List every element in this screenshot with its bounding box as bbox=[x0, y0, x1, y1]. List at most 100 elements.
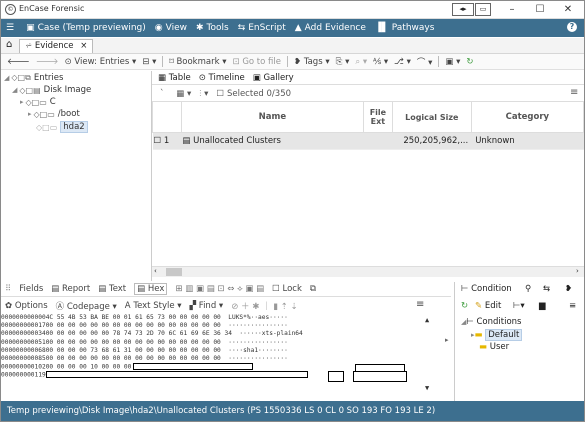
export-icon[interactable]: ⎘ ▾ bbox=[336, 57, 350, 67]
tree-node-disk-image[interactable]: ◢ ◇□▤ Disk Image bbox=[12, 85, 91, 95]
view-tabs: ▦ Table ⊙ Timeline ▣ Gallery bbox=[152, 71, 584, 85]
tab-fields[interactable]: Fields bbox=[19, 284, 43, 294]
hex-view[interactable]: 0000000000004C 55 4B 53 BA BE 00 01 61 6… bbox=[1, 314, 431, 400]
forward-icon[interactable]: 🡒 bbox=[36, 57, 59, 67]
drag-handle-icon[interactable]: ⠿ bbox=[5, 284, 11, 294]
view-tab-table[interactable]: ▦ Table bbox=[158, 73, 191, 83]
filter-icon[interactable]: ⚲ bbox=[525, 284, 531, 294]
minimize-button[interactable]: – bbox=[498, 1, 526, 18]
hex-nav-icons[interactable]: ⊘ ＋ ✱ ｜ ▮ ⇡ ⇣ bbox=[231, 300, 297, 312]
more-views-icon[interactable]: ⊞ ▥ ▣ ▤ ⊡ ⇔ ⟡ ▣ ▤ bbox=[175, 284, 264, 294]
sort-icon[interactable]: ` bbox=[160, 89, 164, 99]
split-view-icon[interactable]: ⊟ ▾ bbox=[142, 57, 156, 67]
grid-options-icon[interactable]: ▦ ▾ bbox=[176, 89, 191, 99]
hex-line: 00000000003400 00 00 00 00 00 78 74 73 2… bbox=[1, 330, 303, 338]
panel-collapse-icon[interactable]: ▸ bbox=[445, 336, 449, 344]
view-tab-gallery[interactable]: ▣ Gallery bbox=[253, 73, 294, 83]
refresh-icon[interactable]: ↻ bbox=[466, 57, 473, 67]
menu-pathways[interactable]: ▐▌ Pathways bbox=[375, 23, 435, 33]
tree-node-boot[interactable]: ▸ ◇□▭/boot bbox=[28, 109, 80, 119]
close-window-button[interactable]: ✕ bbox=[554, 1, 582, 18]
sort-icon[interactable]: ⇆ bbox=[543, 284, 550, 294]
expand-icon[interactable]: ▸ bbox=[20, 98, 24, 106]
folder-icon[interactable]: ▆ bbox=[539, 301, 546, 311]
tab-text[interactable]: ▤ Text bbox=[98, 284, 126, 294]
menu-case[interactable]: ▣ Case (Temp previewing) bbox=[26, 23, 146, 33]
tree-node-c[interactable]: ▸ ◇□▭ C bbox=[20, 97, 56, 107]
gallery-icon: ▣ bbox=[252, 72, 264, 83]
conditions-menu-icon[interactable]: ≡ bbox=[569, 301, 576, 311]
toolbar-separator bbox=[286, 56, 288, 67]
tab-evidence[interactable]: ⩫ Evidence × bbox=[19, 39, 94, 53]
row-checkbox[interactable]: ☐ bbox=[154, 136, 162, 146]
row-selector[interactable]: ☐ 1 bbox=[152, 132, 182, 150]
home-icon[interactable]: ⌂ bbox=[6, 39, 12, 50]
row-name[interactable]: ▤ Unallocated Clusters bbox=[181, 132, 364, 150]
link-icon[interactable]: ⎇ ▾ bbox=[394, 57, 411, 67]
toggle-icon[interactable]: ◂▸ bbox=[452, 3, 474, 16]
evidence-tab-icon: ⩫ bbox=[25, 41, 35, 51]
header-category[interactable]: Category bbox=[470, 101, 584, 133]
hex-scroll-down-icon[interactable]: ▼ bbox=[425, 384, 429, 392]
table-menu-icon[interactable]: ≡ bbox=[570, 87, 578, 98]
hex-menu-icon[interactable]: ≡ bbox=[416, 299, 424, 310]
tree-node-default[interactable]: ▸ ▬ Default bbox=[471, 329, 523, 341]
goto-file-button[interactable]: ⊡ Go to file bbox=[232, 57, 281, 67]
maximize-button[interactable]: ☐ bbox=[526, 1, 554, 18]
edit-button[interactable]: ✎ Edit bbox=[475, 301, 501, 311]
header-logical-size[interactable]: Logical Size bbox=[391, 101, 472, 133]
layout-icon[interactable]: ▭ bbox=[475, 3, 491, 16]
collapse-icon[interactable]: ◢ bbox=[4, 74, 9, 82]
tree-node-hda2[interactable]: ◇□▭ hda2 bbox=[36, 121, 88, 133]
scroll-thumb[interactable] bbox=[166, 268, 182, 276]
title-bar: © EnCase Forensic ◂▸ ▭ – ☐ ✕ bbox=[1, 1, 584, 19]
table-row[interactable]: ☐ 1 ▤ Unallocated Clusters 250,205,962,.… bbox=[152, 132, 584, 150]
tab-hex[interactable]: ▤ Hex bbox=[134, 283, 168, 295]
close-tab-icon[interactable]: × bbox=[80, 41, 87, 51]
view-entries-dropdown[interactable]: ⊙ View: Entries ▾ bbox=[65, 57, 137, 67]
lock-checkbox[interactable]: ☐ bbox=[272, 284, 282, 294]
help-icon[interactable]: ? bbox=[567, 22, 577, 32]
header-name[interactable]: Name bbox=[180, 101, 364, 133]
tree-node-entries[interactable]: ◢ ◇□⧉ Entries bbox=[4, 73, 63, 83]
tags-dropdown[interactable]: ❥ Tags ▾ bbox=[294, 57, 330, 67]
selected-checkbox[interactable]: ☐ bbox=[216, 89, 224, 99]
view-icon: ◉ bbox=[154, 23, 163, 33]
tree-node-user[interactable]: ▬ User bbox=[479, 342, 509, 352]
new-condition-icon[interactable]: ⊢▾ bbox=[513, 301, 525, 311]
menu-tools[interactable]: ✱ Tools bbox=[196, 23, 229, 33]
scroll-right-icon[interactable]: › bbox=[576, 267, 579, 275]
bookmark-dropdown[interactable]: ⌑ Bookmark ▾ bbox=[169, 57, 226, 67]
tab-report[interactable]: ▤ Report bbox=[51, 284, 90, 294]
tree-node-conditions[interactable]: ◢ ⊢ Conditions bbox=[461, 317, 522, 327]
horizontal-scrollbar[interactable]: ‹ › bbox=[152, 266, 584, 277]
menu-add-evidence[interactable]: ▲ Add Evidence bbox=[295, 23, 366, 33]
app-icon: © bbox=[5, 4, 16, 15]
menu-enscript[interactable]: ⇆ EnScript bbox=[238, 23, 286, 33]
lock-toggle[interactable]: ☐ Lock bbox=[272, 284, 302, 294]
filter-icon[interactable]: ⅍ ▾ bbox=[373, 56, 388, 67]
search-icon[interactable]: ⌕ ▾ bbox=[355, 57, 367, 67]
options-dropdown[interactable]: ✿ Options bbox=[5, 301, 48, 311]
refresh-icon[interactable]: ↻ bbox=[461, 301, 468, 311]
find-dropdown[interactable]: ▞ Find ▾ bbox=[190, 301, 224, 311]
row-size: 250,205,962,... bbox=[392, 132, 472, 150]
graph-icon[interactable]: ⌒ ▾ bbox=[417, 56, 432, 68]
tag-icon[interactable]: ❥ bbox=[565, 284, 572, 294]
scroll-left-icon[interactable]: ‹ bbox=[154, 267, 157, 275]
hex-scroll-up-icon[interactable]: ▲ bbox=[425, 316, 429, 324]
popout-icon[interactable]: ⧉ bbox=[310, 284, 316, 294]
volume-icon: ◇□▭ bbox=[33, 109, 55, 119]
codepage-dropdown[interactable]: Ⓐ Codepage ▾ bbox=[56, 300, 117, 312]
expand-icon[interactable]: ▸ bbox=[28, 110, 32, 118]
menu-view[interactable]: ◉ View bbox=[155, 23, 187, 33]
tab-condition[interactable]: ⊢ Condition bbox=[461, 284, 512, 294]
header-file-ext[interactable]: File Ext bbox=[362, 101, 393, 133]
hamburger-menu-icon[interactable]: ☰ bbox=[6, 23, 17, 33]
collapse-icon[interactable]: ◢ bbox=[12, 86, 17, 94]
save-icon[interactable]: ▣ ▾ bbox=[445, 57, 460, 67]
column-options-icon[interactable]: ⫶ ▾ bbox=[199, 89, 208, 99]
view-tab-timeline[interactable]: ⊙ Timeline bbox=[199, 73, 245, 83]
back-icon[interactable]: 🡐 bbox=[7, 57, 30, 67]
text-style-dropdown[interactable]: A Text Style ▾ bbox=[125, 301, 182, 311]
